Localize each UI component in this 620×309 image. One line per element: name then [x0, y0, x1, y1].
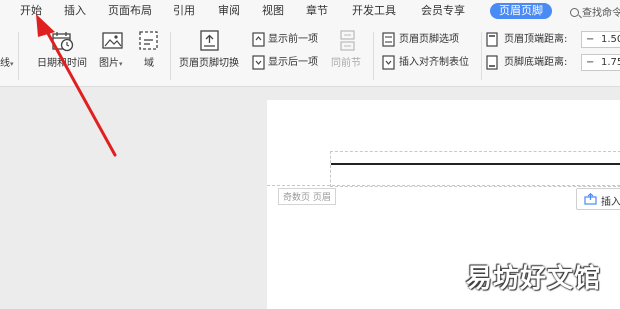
- red-arrow-annotation: [36, 14, 117, 157]
